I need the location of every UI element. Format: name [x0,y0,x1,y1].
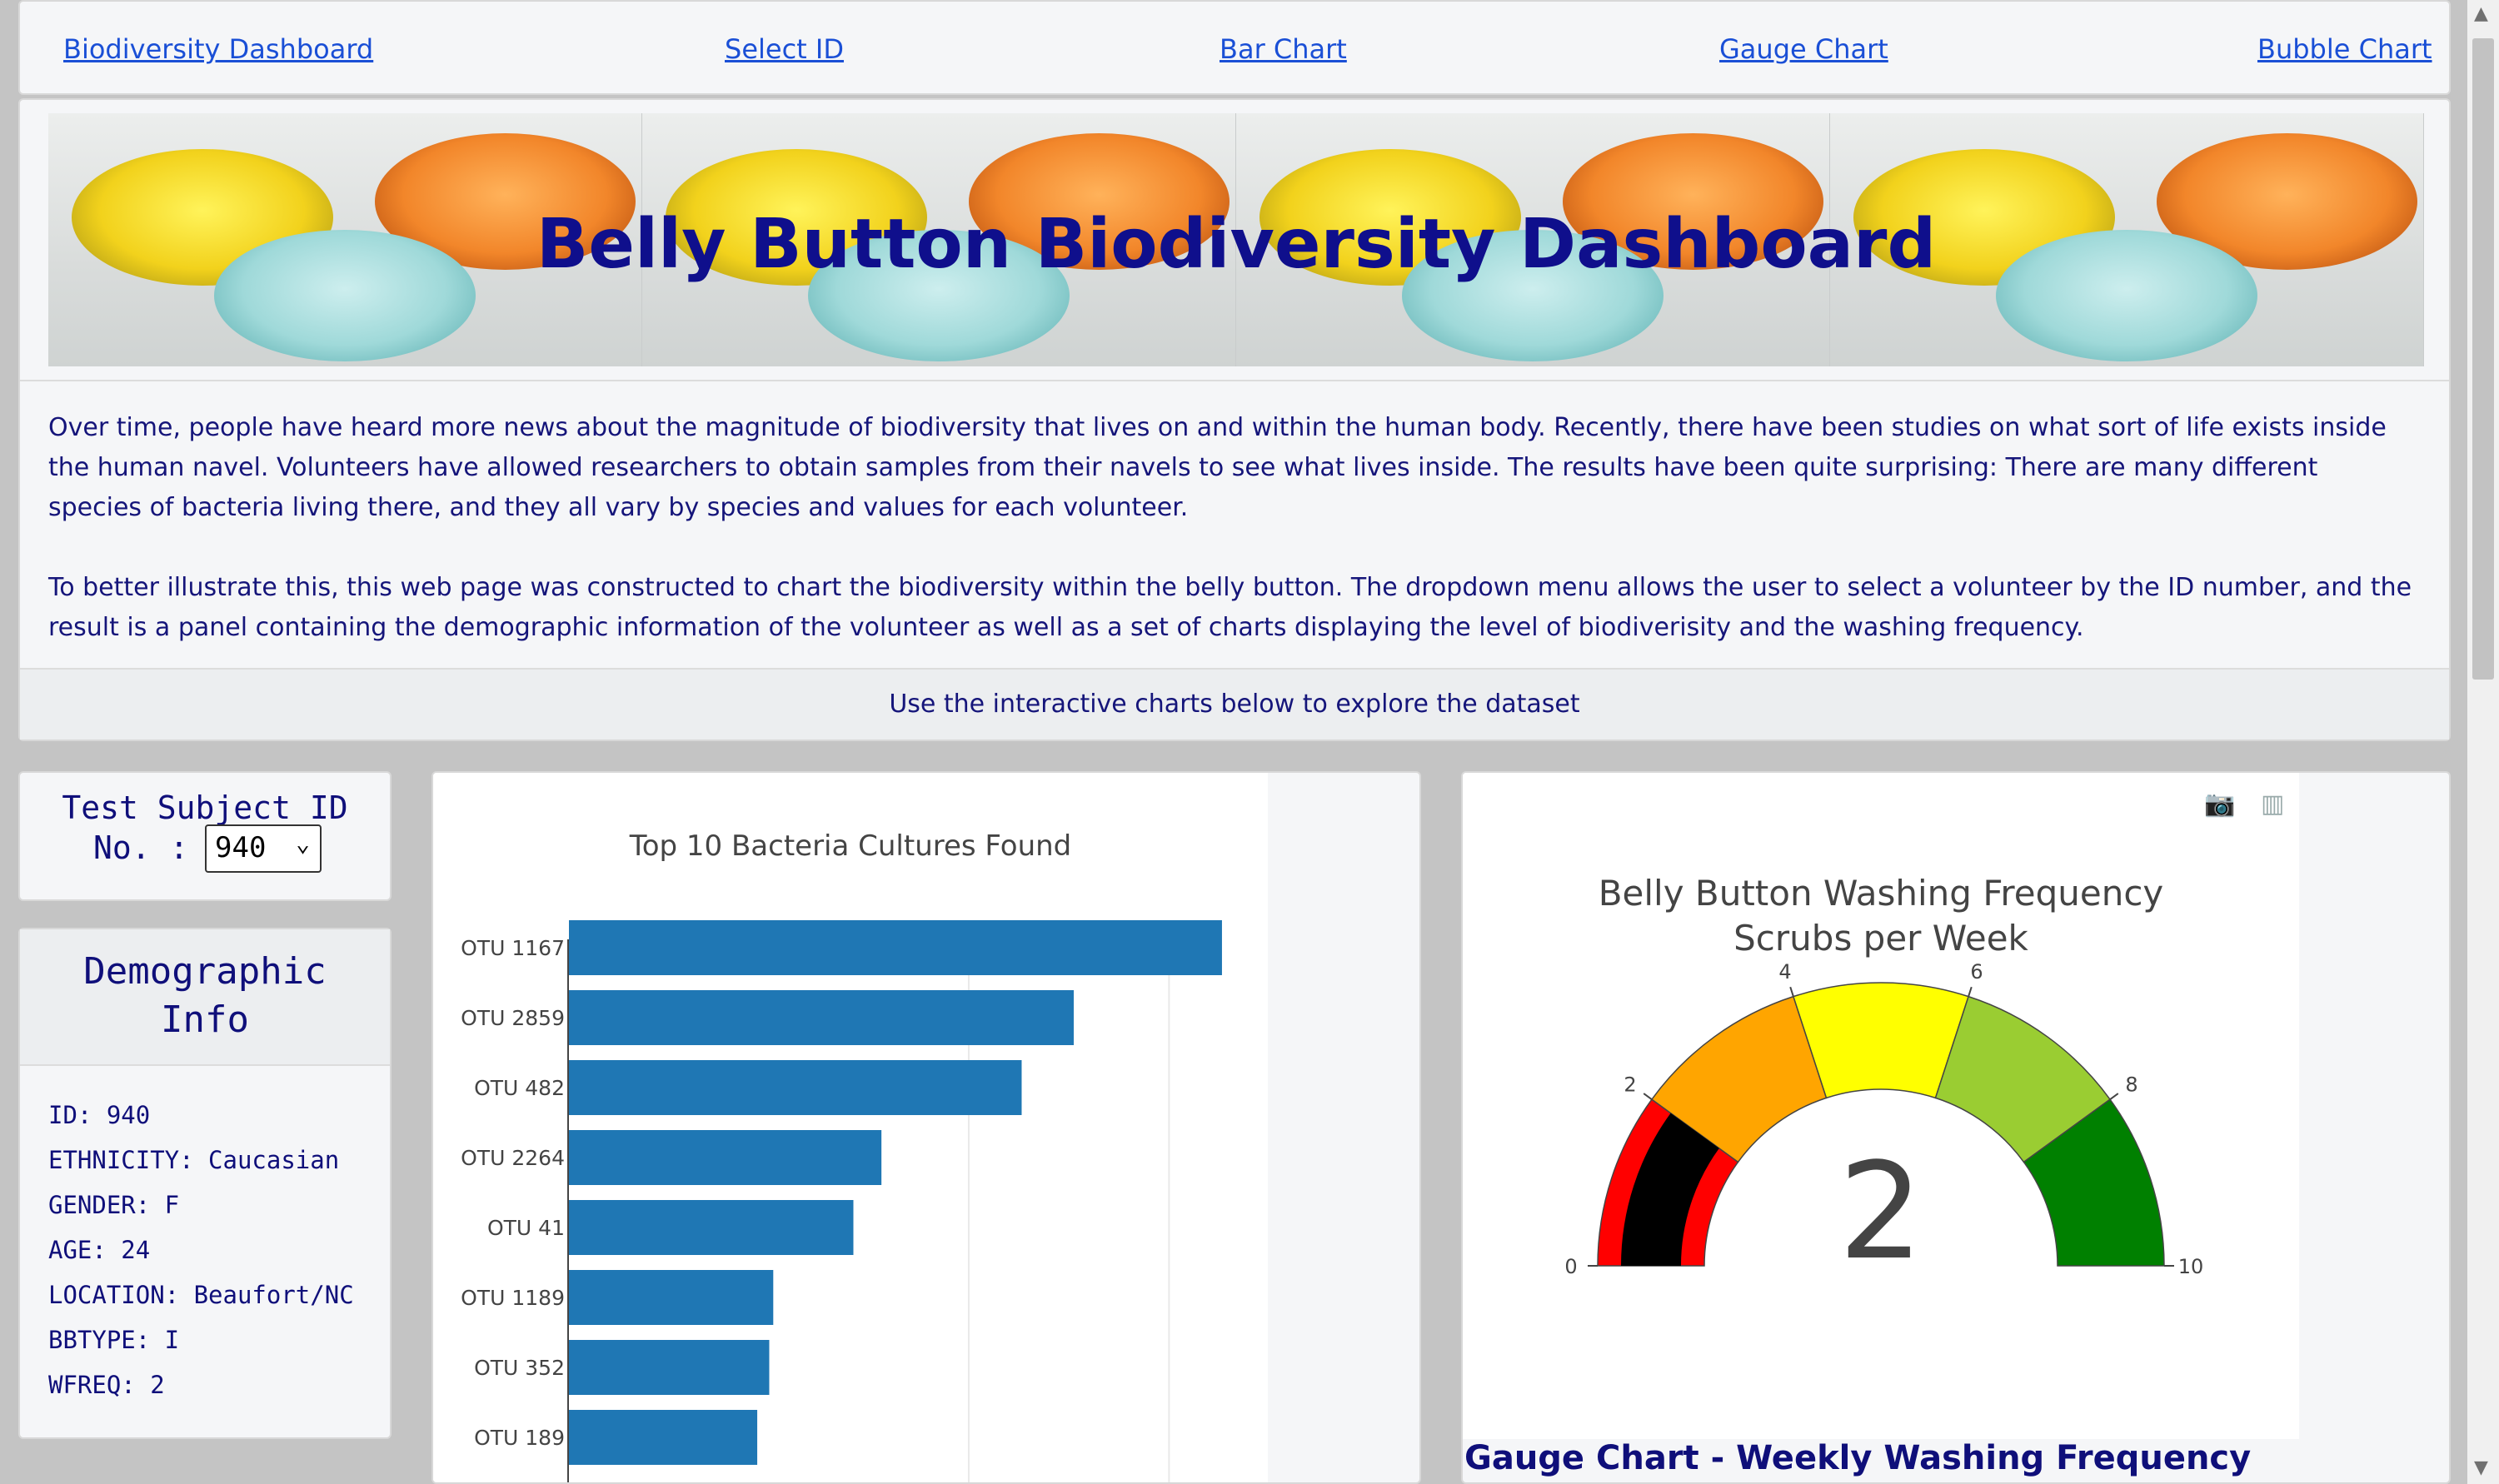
gauge-tick-label: 2 [1624,1073,1636,1096]
demographic-list: ID: 940 ETHNICITY: Caucasian GENDER: F A… [48,1093,354,1407]
dropdown-selected-value: 940 [215,831,267,864]
intro-text: Over time, people have heard more news a… [48,408,2414,688]
demo-wfreq: WFREQ: 2 [48,1371,165,1399]
bar [569,1060,1022,1115]
bar-category-label: OTU 2264 [461,1146,565,1170]
gauge-tick-label: 10 [2178,1255,2204,1278]
gauge-tick [2109,1093,2119,1100]
nav-link-select-id[interactable]: Select ID [725,33,844,65]
gauge-svg: 0 2 4 6 8 10 2 [1564,960,2204,1289]
bar [569,1200,854,1255]
hero-footer: Use the interactive charts below to expl… [20,668,2449,740]
gauge-tick-label: 8 [2125,1073,2137,1096]
demo-bbtype: BBTYPE: I [48,1326,180,1354]
hero-panel: Belly Button Biodiversity Dashboard Over… [18,98,2451,741]
scroll-down-arrow-icon[interactable]: ▼ [2474,1457,2488,1478]
bar [569,1410,758,1465]
demo-ethnicity: ETHNICITY: Caucasian [48,1146,340,1174]
page-title: Belly Button Biodiversity Dashboard [536,205,1937,284]
nav-link-gauge-chart[interactable]: Gauge Chart [1719,33,1888,65]
top-nav: Biodiversity Dashboard Select ID Bar Cha… [18,0,2451,95]
divider [20,380,2449,381]
bar [569,990,1074,1045]
gauge-tick [1643,1093,1653,1100]
bar-category-label: OTU 41 [487,1216,565,1240]
chevron-down-icon: ⌄ [296,829,310,857]
nav-link-bar-chart[interactable]: Bar Chart [1220,33,1347,65]
gauge-tick [1968,986,1973,997]
demo-gender: GENDER: F [48,1191,180,1219]
gauge-tick [1789,986,1794,997]
subject-id-dropdown[interactable]: 940 ⌄ [205,824,322,873]
bar-category-label: OTU 1167 [461,936,565,960]
bar [569,1270,774,1325]
bar [569,920,1222,975]
bar-chart-card: Top 10 Bacteria Cultures Found OTU 1167 O… [431,771,1421,1484]
select-id-card: Test Subject ID No. : 940 ⌄ [18,771,392,901]
intro-paragraph-1: Over time, people have heard more news a… [48,413,2387,522]
gauge-value: 2 [1838,1133,1923,1289]
page-scrollbar[interactable]: ▲ ▼ [2467,0,2499,1484]
intro-paragraph-2: To better illustrate this, this web page… [48,573,2412,642]
demo-location: LOCATION: Beaufort/NC [48,1281,354,1309]
bar-category-label: OTU 189 [474,1426,565,1450]
demographic-info-card: Demographic Info ID: 940 ETHNICITY: Cauc… [18,928,392,1439]
gauge-tick-label: 0 [1564,1255,1577,1278]
demo-id: ID: 940 [48,1101,151,1129]
bar-category-label: OTU 352 [474,1356,565,1380]
select-label: Test Subject ID [62,789,348,826]
gauge-tick-label: 6 [1970,960,1983,984]
demographic-title: Demographic Info [20,929,390,1066]
nav-link-dashboard[interactable]: Biodiversity Dashboard [63,33,373,65]
banner-image: Belly Button Biodiversity Dashboard [48,113,2424,366]
bar [569,1340,770,1395]
gauge-chart-card: Belly Button Washing Frequency Scrubs pe… [1461,771,2451,1484]
gauge-tick-label: 4 [1778,960,1791,984]
bar-category-label: OTU 1189 [461,1286,565,1310]
demographic-title-text: Demographic Info [83,950,327,1041]
gauge-caption: Gauge Chart - Weekly Washing Frequency [1464,1439,2252,1477]
select-label-no: No. : [93,829,189,866]
nav-link-bubble-chart[interactable]: Bubble Chart [2257,33,2432,65]
bar-chart-plot: Top 10 Bacteria Cultures Found OTU 1167 O… [433,773,1268,1482]
bar-chart-svg: OTU 1167 OTU 2859 OTU 482 OTU 2264 OTU 41 OTU… [461,920,1222,1482]
bar-category-label: OTU 2859 [461,1006,565,1030]
bar [569,1130,882,1185]
gauge-chart-plot: Belly Button Washing Frequency Scrubs pe… [1463,773,2299,1439]
scroll-up-arrow-icon[interactable]: ▲ [2474,3,2488,24]
demo-age: AGE: 24 [48,1236,151,1264]
scrollbar-thumb[interactable] [2472,38,2494,680]
bar-category-label: OTU 482 [474,1076,565,1100]
